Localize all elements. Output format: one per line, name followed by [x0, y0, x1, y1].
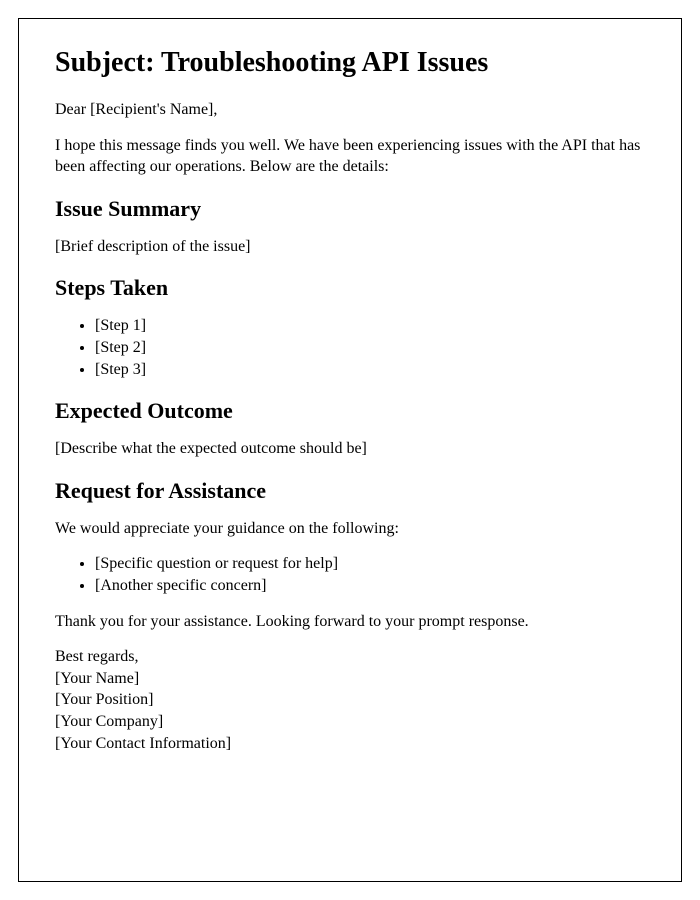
issue-summary-body: [Brief description of the issue] [55, 236, 645, 258]
signoff-name: [Your Name] [55, 668, 645, 690]
steps-taken-heading: Steps Taken [55, 275, 645, 301]
list-item: [Another specific concern] [95, 575, 645, 597]
list-item: [Specific question or request for help] [95, 553, 645, 575]
list-item: [Step 2] [95, 337, 645, 359]
request-assistance-list: [Specific question or request for help] … [95, 553, 645, 596]
list-item: [Step 3] [95, 359, 645, 381]
greeting: Dear [Recipient's Name], [55, 99, 645, 121]
signoff-company: [Your Company] [55, 711, 645, 733]
list-item: [Step 1] [95, 315, 645, 337]
intro-paragraph: I hope this message finds you well. We h… [55, 135, 645, 178]
document-page: Subject: Troubleshooting API Issues Dear… [18, 18, 682, 882]
thanks-paragraph: Thank you for your assistance. Looking f… [55, 611, 645, 633]
request-assistance-intro: We would appreciate your guidance on the… [55, 518, 645, 540]
expected-outcome-heading: Expected Outcome [55, 398, 645, 424]
signoff-block: Best regards, [Your Name] [Your Position… [55, 646, 645, 754]
signoff-regards: Best regards, [55, 646, 645, 668]
steps-taken-list: [Step 1] [Step 2] [Step 3] [95, 315, 645, 380]
signoff-contact: [Your Contact Information] [55, 733, 645, 755]
signoff-position: [Your Position] [55, 689, 645, 711]
issue-summary-heading: Issue Summary [55, 196, 645, 222]
request-assistance-heading: Request for Assistance [55, 478, 645, 504]
expected-outcome-body: [Describe what the expected outcome shou… [55, 438, 645, 460]
subject-heading: Subject: Troubleshooting API Issues [55, 47, 645, 79]
